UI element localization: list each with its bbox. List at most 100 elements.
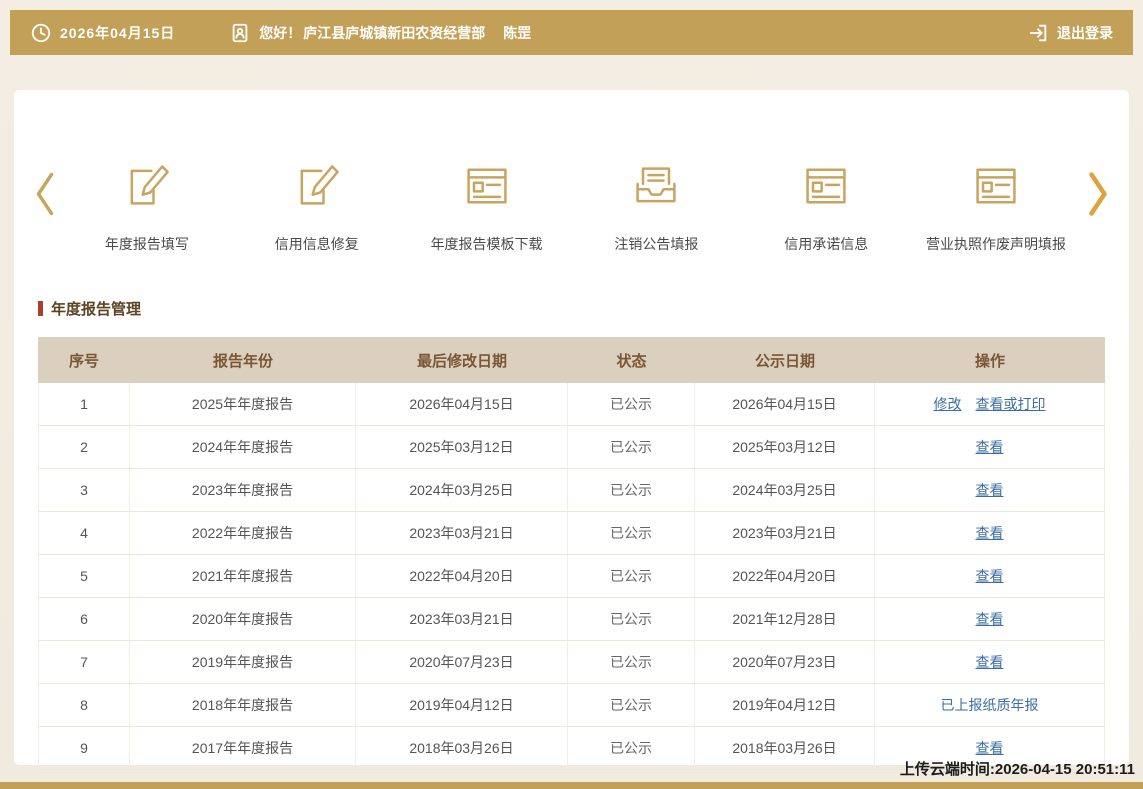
carousel-item-label: 年度报告填写 xyxy=(104,236,189,252)
table-row: 7 2019年年度报告 2020年07月23日 已公示 2020年07月23日 … xyxy=(38,641,1105,684)
carousel-item[interactable]: 年度报告模板下载 xyxy=(402,160,572,254)
cell-actions: 查看 xyxy=(875,641,1105,683)
cell-no: 5 xyxy=(38,555,130,597)
cell-status: 已公示 xyxy=(568,512,695,554)
cell-report-year: 2020年年度报告 xyxy=(130,598,356,640)
section-marker xyxy=(38,301,43,316)
action-link[interactable]: 查看 xyxy=(976,523,1004,543)
carousel-next-button[interactable] xyxy=(1081,168,1115,223)
col-header-status: 状态 xyxy=(616,352,647,370)
action-link[interactable]: 查看 xyxy=(976,652,1004,672)
cell-status: 已公示 xyxy=(568,684,695,726)
carousel-prev-button[interactable] xyxy=(28,168,62,223)
carousel-item-label: 营业执照作废声明填报 xyxy=(926,236,1067,252)
action-link[interactable]: 修改 xyxy=(934,394,962,414)
annual-report-table: 序号 报告年份 最后修改日期 状态 公示日期 操作 1 2025年年度报告 20… xyxy=(38,337,1105,770)
cell-status: 已公示 xyxy=(568,727,695,769)
promise-icon xyxy=(800,160,852,212)
cell-no: 3 xyxy=(38,469,130,511)
cell-report-year: 2019年年度报告 xyxy=(130,641,356,683)
table-row: 6 2020年年度报告 2023年03月21日 已公示 2021年12月28日 … xyxy=(38,598,1105,641)
cell-report-year: 2024年年度报告 xyxy=(130,426,356,468)
cell-publish-date: 2018年03月26日 xyxy=(695,727,875,769)
col-header-modified-date: 最后修改日期 xyxy=(416,352,507,370)
action-link[interactable]: 查看 xyxy=(976,609,1004,629)
table-row: 1 2025年年度报告 2026年04月15日 已公示 2026年04月15日 … xyxy=(38,383,1105,426)
action-link[interactable]: 查看 xyxy=(976,437,1004,457)
top-header-bar: 2026年04月15日 您好！ 庐江县庐城镇新田农资经营部 陈罡 退出登录 xyxy=(10,10,1133,55)
carousel-item-label: 信用承诺信息 xyxy=(784,236,869,252)
inbox-icon xyxy=(630,160,682,212)
cell-no: 4 xyxy=(38,512,130,554)
carousel-item[interactable]: 年度报告填写 xyxy=(62,160,232,254)
cell-no: 9 xyxy=(38,727,130,769)
cell-no: 2 xyxy=(38,426,130,468)
function-carousel: 年度报告填写 信用信息修复 年度报告模板下载 注销公告填报 信用承诺信息 营业执… xyxy=(14,90,1129,254)
cell-status: 已公示 xyxy=(568,555,695,597)
cell-actions: 修改 查看或打印 xyxy=(875,383,1105,425)
cell-no: 7 xyxy=(38,641,130,683)
cell-modified-date: 2022年04月20日 xyxy=(356,555,568,597)
table-row: 4 2022年年度报告 2023年03月21日 已公示 2023年03月21日 … xyxy=(38,512,1105,555)
carousel-item[interactable]: 信用信息修复 xyxy=(232,160,402,254)
table-row: 3 2023年年度报告 2024年03月25日 已公示 2024年03月25日 … xyxy=(38,469,1105,512)
cell-modified-date: 2018年03月26日 xyxy=(356,727,568,769)
cell-modified-date: 2023年03月21日 xyxy=(356,512,568,554)
carousel-items: 年度报告填写 信用信息修复 年度报告模板下载 注销公告填报 信用承诺信息 营业执… xyxy=(62,160,1081,254)
cell-actions: 查看 xyxy=(875,555,1105,597)
carousel-item[interactable]: 营业执照作废声明填报 xyxy=(911,160,1081,254)
carousel-item-label: 信用信息修复 xyxy=(274,236,359,252)
table-row: 5 2021年年度报告 2022年04月20日 已公示 2022年04月20日 … xyxy=(38,555,1105,598)
clock-icon xyxy=(30,22,52,44)
template-icon xyxy=(461,160,513,212)
cell-status: 已公示 xyxy=(568,641,695,683)
main-panel: 年度报告填写 信用信息修复 年度报告模板下载 注销公告填报 信用承诺信息 营业执… xyxy=(14,90,1129,770)
cell-report-year: 2023年年度报告 xyxy=(130,469,356,511)
logout-label: 退出登录 xyxy=(1057,24,1113,41)
action-link[interactable]: 查看 xyxy=(976,480,1004,500)
cell-actions: 查看 xyxy=(875,426,1105,468)
cell-publish-date: 2023年03月21日 xyxy=(695,512,875,554)
cell-no: 6 xyxy=(38,598,130,640)
cell-publish-date: 2019年04月12日 xyxy=(695,684,875,726)
cell-no: 8 xyxy=(38,684,130,726)
logout-icon xyxy=(1027,22,1049,44)
cell-report-year: 2025年年度报告 xyxy=(130,383,356,425)
chevron-right-icon xyxy=(1085,168,1111,220)
action-link[interactable]: 查看 xyxy=(976,566,1004,586)
carousel-item[interactable]: 注销公告填报 xyxy=(571,160,741,254)
cell-actions: 已上报纸质年报 xyxy=(875,684,1105,726)
cell-report-year: 2018年年度报告 xyxy=(130,684,356,726)
chevron-left-icon xyxy=(32,168,58,220)
cell-modified-date: 2026年04月15日 xyxy=(356,383,568,425)
section-title-text: 年度报告管理 xyxy=(51,301,142,318)
cell-actions: 查看 xyxy=(875,598,1105,640)
logout-button[interactable]: 退出登录 xyxy=(1027,22,1113,44)
col-header-publish-date: 公示日期 xyxy=(754,352,815,370)
cell-actions: 查看 xyxy=(875,469,1105,511)
upload-time-text: 上传云端时间:2026-04-15 20:51:11 xyxy=(899,761,1135,778)
cell-status: 已公示 xyxy=(568,383,695,425)
cell-modified-date: 2025年03月12日 xyxy=(356,426,568,468)
col-header-report-year: 报告年份 xyxy=(212,352,273,370)
action-link[interactable]: 查看 xyxy=(976,738,1004,758)
action-link[interactable]: 查看或打印 xyxy=(976,394,1046,414)
cell-status: 已公示 xyxy=(568,598,695,640)
table-row: 2 2024年年度报告 2025年03月12日 已公示 2025年03月12日 … xyxy=(38,426,1105,469)
cell-modified-date: 2020年07月23日 xyxy=(356,641,568,683)
header-left-group: 2026年04月15日 您好！ 庐江县庐城镇新田农资经营部 陈罡 xyxy=(30,22,531,44)
cell-no: 1 xyxy=(38,383,130,425)
carousel-item-label: 注销公告填报 xyxy=(614,236,699,252)
company-name: 庐江县庐城镇新田农资经营部 xyxy=(303,24,486,41)
action-text: 已上报纸质年报 xyxy=(940,697,1039,713)
cell-modified-date: 2024年03月25日 xyxy=(356,469,568,511)
cell-report-year: 2017年年度报告 xyxy=(130,727,356,769)
cell-modified-date: 2023年03月21日 xyxy=(356,598,568,640)
section-title: 年度报告管理 xyxy=(38,298,1129,319)
carousel-item[interactable]: 信用承诺信息 xyxy=(741,160,911,254)
cell-publish-date: 2020年07月23日 xyxy=(695,641,875,683)
edit-icon xyxy=(121,160,173,212)
cell-modified-date: 2019年04月12日 xyxy=(356,684,568,726)
table-header-row: 序号 报告年份 最后修改日期 状态 公示日期 操作 xyxy=(38,337,1105,383)
cell-status: 已公示 xyxy=(568,426,695,468)
